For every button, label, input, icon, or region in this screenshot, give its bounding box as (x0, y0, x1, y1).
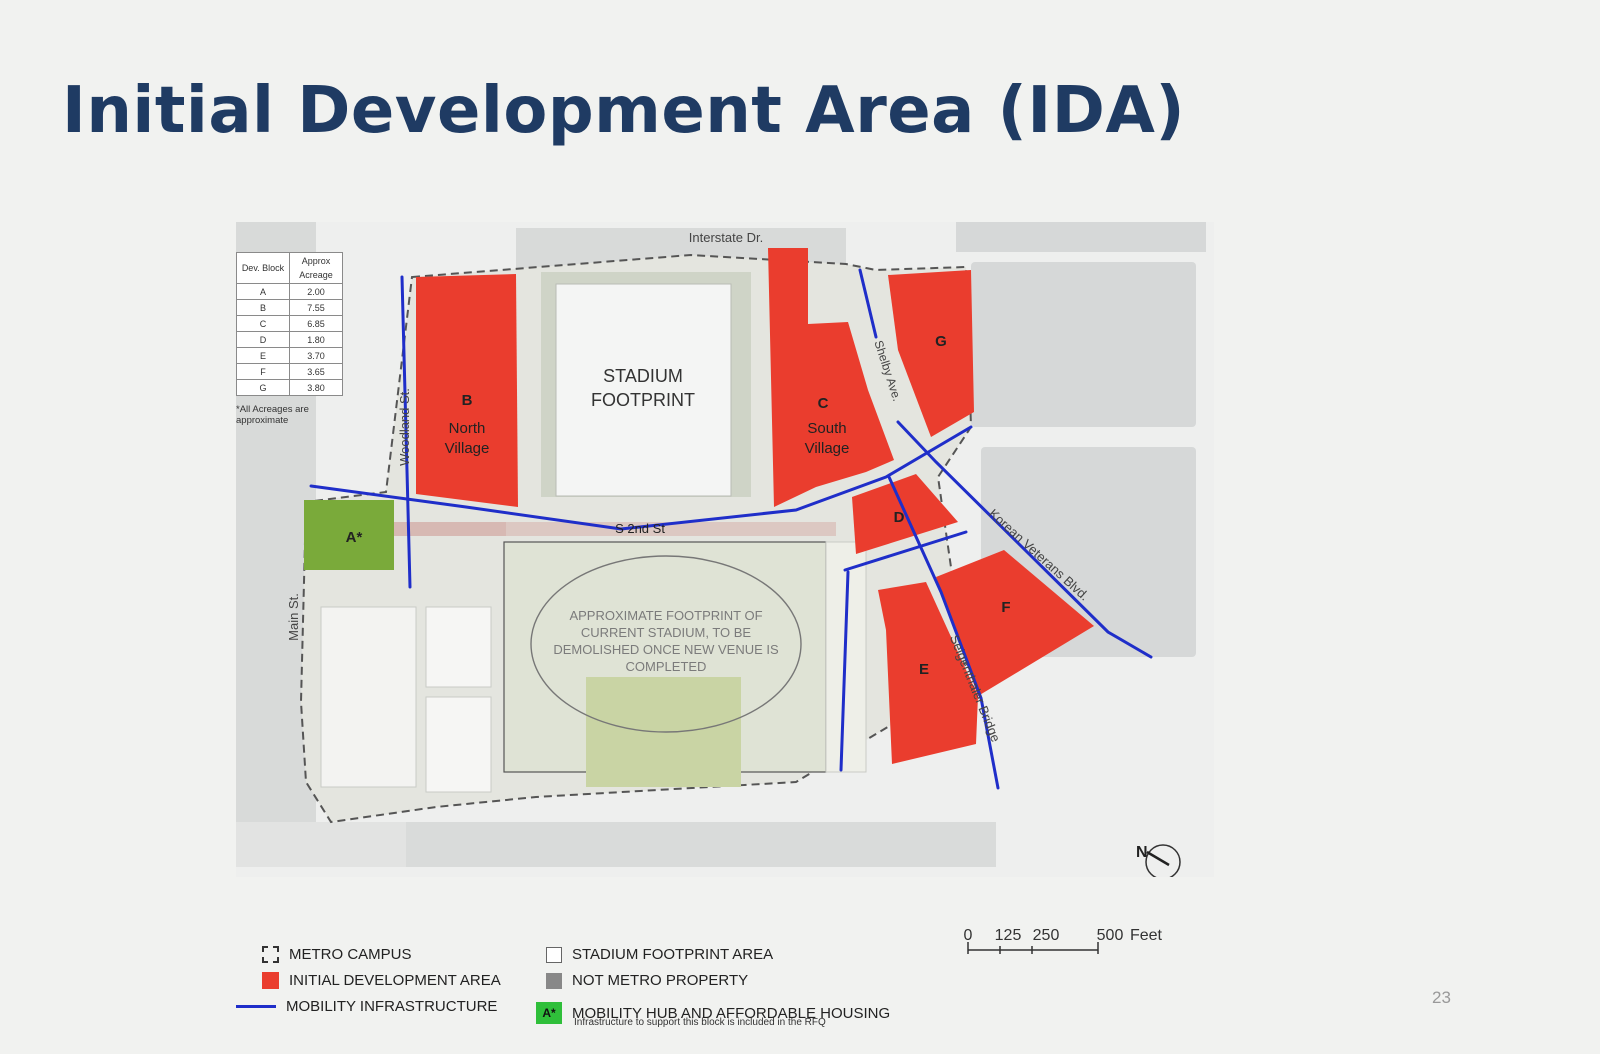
block-f-letter: F (1001, 599, 1010, 616)
table-row: A 2.00 (236, 283, 343, 300)
acreage-note: *All Acreages are approximate (236, 404, 309, 426)
block-b-line2: Village (445, 440, 490, 457)
scale-label-500: 500 (1097, 927, 1124, 944)
acreage-block: A (236, 283, 290, 300)
table-row: C 6.85 (236, 315, 343, 332)
acreage-block: D (236, 331, 290, 348)
acreage-value: 3.65 (289, 363, 343, 380)
table-row: E 3.70 (236, 347, 343, 364)
scale-label-250: 250 (1033, 927, 1060, 944)
current-stadium-note-4: COMPLETED (626, 659, 707, 674)
acreage-header-acreage: Approx Acreage (289, 252, 343, 284)
surrounding-area-east-1 (971, 262, 1196, 427)
block-c-line2: Village (805, 440, 850, 457)
legend-swatch-hub: A* (536, 1002, 562, 1024)
acreage-header-block: Dev. Block (236, 252, 290, 284)
urban-block-2 (425, 606, 492, 688)
acreage-value: 1.80 (289, 331, 343, 348)
legend-metro-campus: METRO CAMPUS (262, 946, 412, 963)
street-interstate-dr: Interstate Dr. (689, 230, 763, 245)
street-main-st: Main St. (286, 593, 301, 641)
legend-not-metro: NOT METRO PROPERTY (546, 972, 748, 989)
acreage-block: F (236, 363, 290, 380)
stadium-label-1: STADIUM (603, 366, 683, 386)
table-row: F 3.65 (236, 363, 343, 380)
acreage-value: 6.85 (289, 315, 343, 332)
site-map: STADIUM FOOTPRINT APPROXIMATE FOOTPRINT … (236, 222, 1214, 877)
block-a-letter: A* (346, 529, 363, 546)
acreage-value: 3.80 (289, 379, 343, 396)
block-b (416, 274, 518, 507)
surrounding-area-south (386, 822, 996, 867)
block-c-letter: C (818, 395, 829, 412)
block-e-letter: E (919, 661, 929, 678)
acreage-table-header: Dev. Block Approx Acreage (236, 252, 343, 284)
table-row: G 3.80 (236, 379, 343, 396)
table-row: B 7.55 (236, 299, 343, 316)
legend-label-stadium: STADIUM FOOTPRINT AREA (572, 946, 774, 963)
current-stadium-note-2: CURRENT STADIUM, TO BE (581, 625, 752, 640)
block-b-letter: B (462, 392, 473, 409)
stadium-label-2: FOOTPRINT (591, 390, 695, 410)
legend-label-not-metro: NOT METRO PROPERTY (572, 972, 749, 989)
north-label: N (1136, 844, 1148, 861)
legend-label-mobility: MOBILITY INFRASTRUCTURE (286, 998, 498, 1015)
legend-swatch-mobility (236, 1005, 276, 1008)
legend-swatch-stadium (546, 946, 562, 963)
surrounding-area-ne (956, 222, 1206, 252)
acreage-block: G (236, 379, 290, 396)
block-d-letter: D (894, 509, 905, 526)
legend-ida: INITIAL DEVELOPMENT AREA (262, 972, 501, 989)
block-g-letter: G (935, 333, 947, 350)
scale-unit: Feet (1130, 927, 1163, 944)
urban-block-3 (425, 696, 492, 793)
river-bank (236, 822, 406, 867)
legend-label-ida: INITIAL DEVELOPMENT AREA (289, 972, 501, 989)
acreage-value: 2.00 (289, 283, 343, 300)
block-c-line1: South (807, 420, 846, 437)
scale-bar: 0 125 250 500 Feet (950, 918, 1190, 967)
legend-hub-note: Infrastructure to support this block is … (574, 1017, 826, 1028)
legend-stadium-area: STADIUM FOOTPRINT AREA (546, 946, 773, 963)
legend-mobility: MOBILITY INFRASTRUCTURE (236, 998, 497, 1015)
block-b-line1: North (449, 420, 486, 437)
slide-page-number: 23 (1432, 988, 1451, 1007)
street-s-2nd-st: S 2nd St (615, 521, 665, 536)
acreage-value: 7.55 (289, 299, 343, 316)
slide-title: Initial Development Area (IDA) (62, 74, 1186, 148)
scale-label-0: 0 (964, 927, 973, 944)
table-row: D 1.80 (236, 331, 343, 348)
legend-swatch-ida (262, 972, 279, 989)
acreage-table: Dev. Block Approx Acreage A 2.00 B 7.55 C6… (236, 252, 343, 396)
acreage-block: C (236, 315, 290, 332)
legend-swatch-not-metro (546, 972, 562, 989)
legend-swatch-campus (262, 946, 279, 963)
acreage-block: B (236, 299, 290, 316)
street-woodland-st: Woodland St. (397, 388, 412, 466)
legend-label-campus: METRO CAMPUS (289, 946, 412, 963)
acreage-value: 3.70 (289, 347, 343, 364)
scale-label-125: 125 (995, 927, 1022, 944)
urban-block-1 (320, 606, 417, 788)
acreage-block: E (236, 347, 290, 364)
current-stadium-note-3: DEMOLISHED ONCE NEW VENUE IS (553, 642, 779, 657)
current-stadium-note-1: APPROXIMATE FOOTPRINT OF (569, 608, 762, 623)
